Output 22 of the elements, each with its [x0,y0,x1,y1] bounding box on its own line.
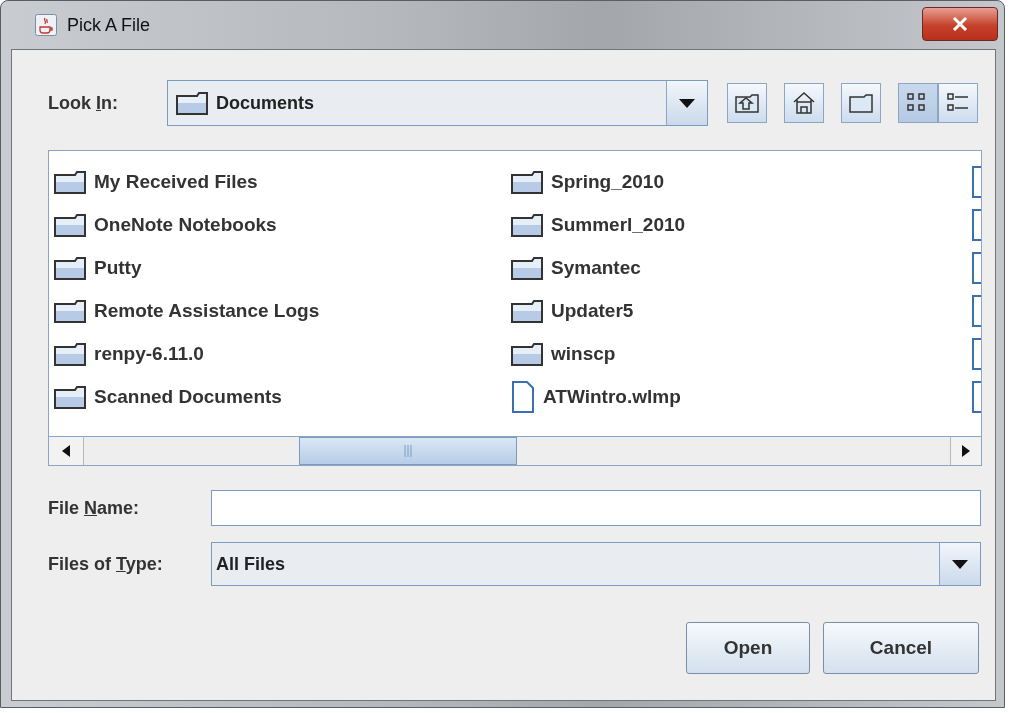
file-name-label: File Name: [48,497,141,519]
open-button[interactable]: Open [686,622,810,674]
look-in-value: Documents [215,92,315,114]
look-in-dropdown[interactable]: Documents [167,80,708,126]
file-item[interactable]: ATWintro.wlmp [543,385,681,408]
window-title: Pick A File [67,14,151,36]
files-of-type-label: Files of Type: [48,553,164,575]
file-item[interactable]: Updater5 [551,299,634,322]
file-item[interactable]: Symantec [551,256,641,279]
file-item[interactable]: Putty [94,256,142,279]
file-item[interactable]: Spring_2010 [551,170,664,193]
file-type-dropdown[interactable]: All Files [211,542,981,586]
look-in-label: Look In: [48,92,119,114]
file-item[interactable]: Scanned Documents [94,385,282,408]
cancel-button[interactable]: Cancel [823,622,979,674]
file-type-value: All Files [215,553,287,575]
file-item[interactable]: Remote Assistance Logs [94,299,320,322]
file-item[interactable]: renpy-6.11.0 [94,342,204,365]
file-item[interactable]: winscp [551,342,616,365]
file-item[interactable]: Summerl_2010 [551,213,686,236]
file-item[interactable]: OneNote Notebooks [94,213,277,236]
file-item[interactable]: My Received Files [94,170,258,193]
